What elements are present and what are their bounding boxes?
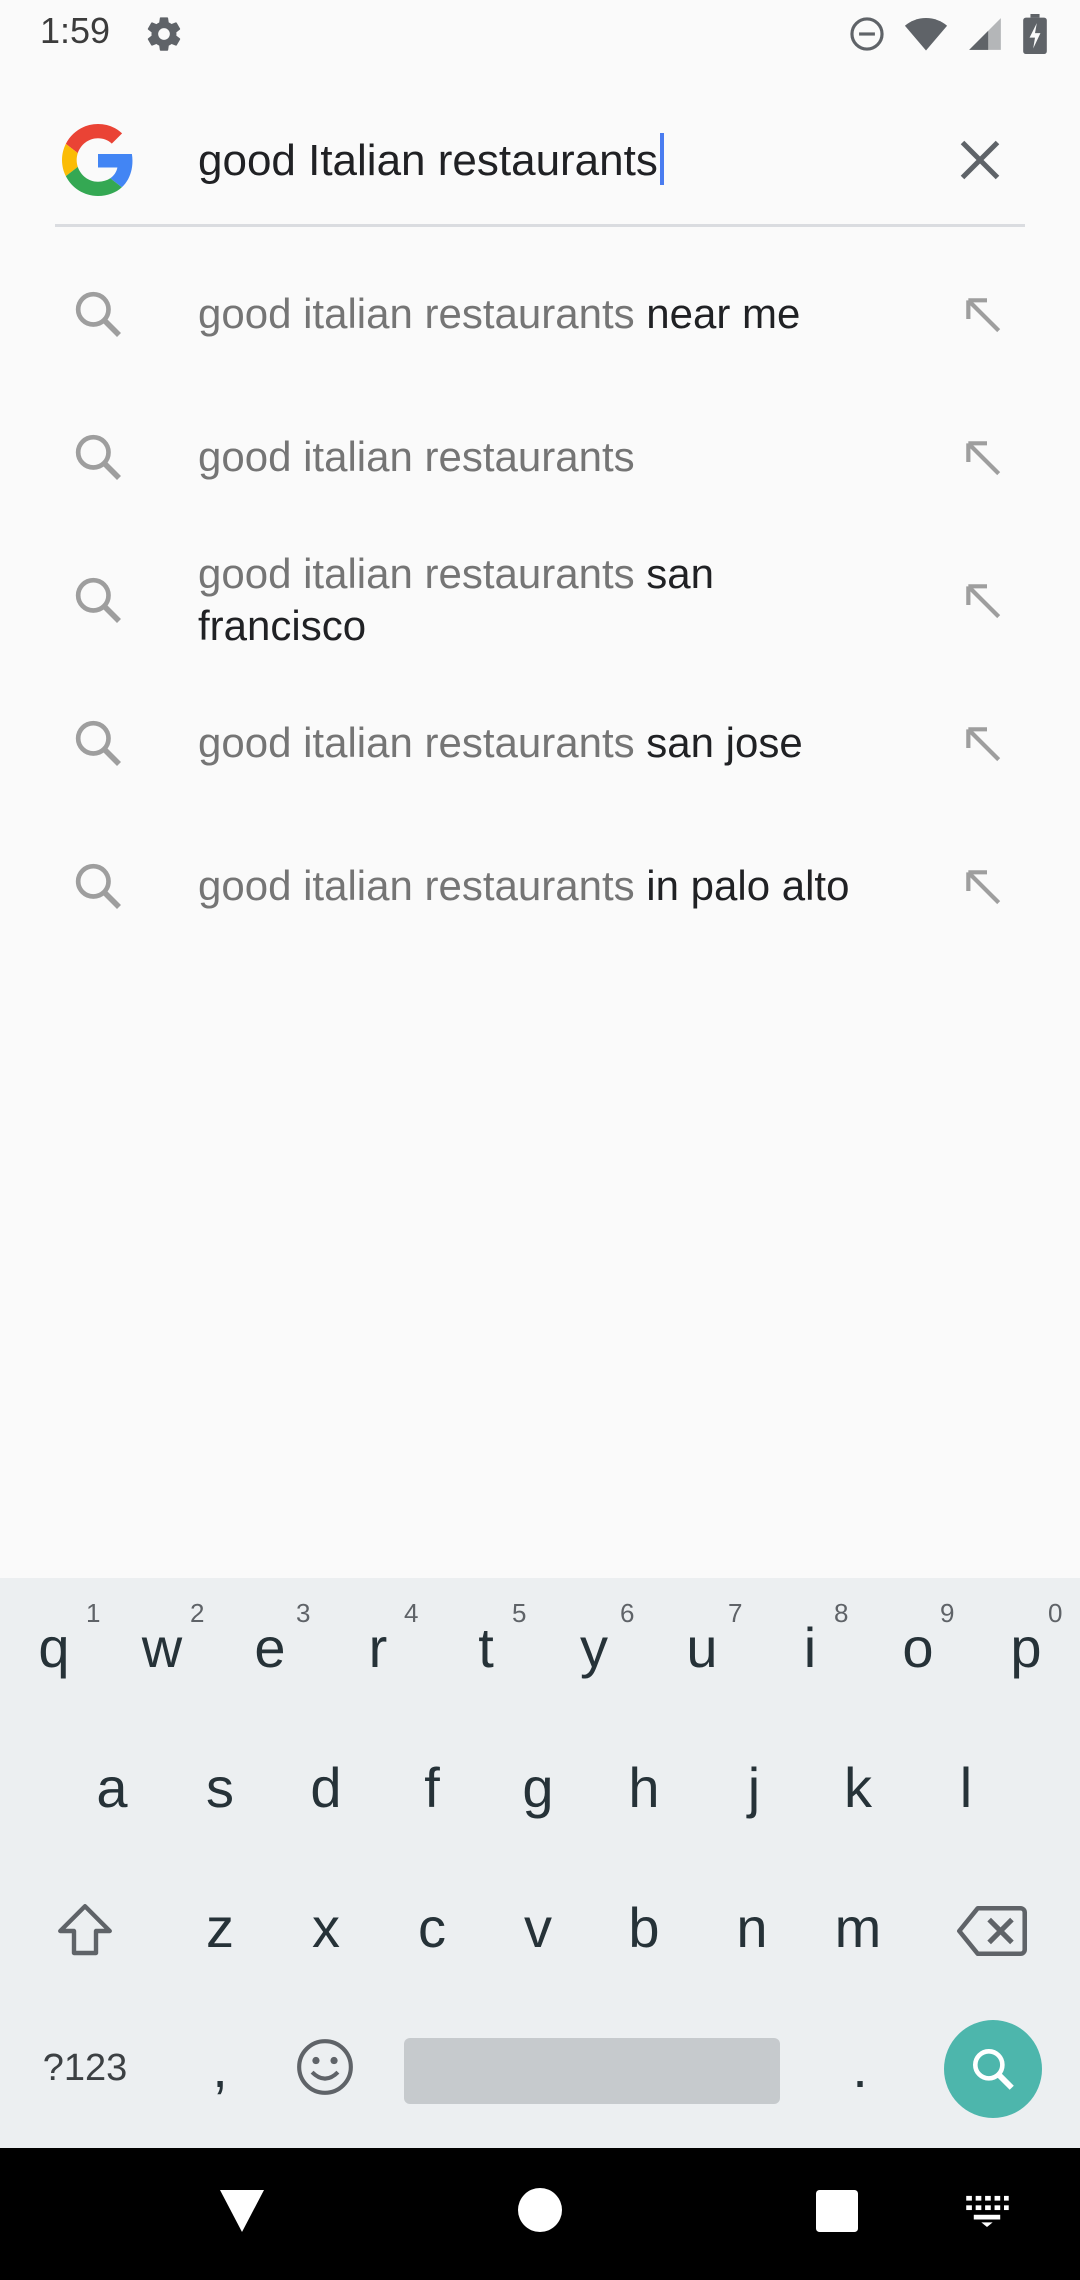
suggestion-text: good italian restaurants in palo alto <box>198 861 850 909</box>
suggestion-text: good italian restaurants san jose <box>198 718 803 766</box>
search-icon <box>75 720 121 766</box>
search-bar: good Italian restaurants <box>0 100 1080 226</box>
key-e[interactable]: e3 <box>216 1578 324 1718</box>
keyboard: q1 w2 e3 r4 t5 y6 u7 i8 o9 p0 a s d f g … <box>0 1578 1080 2148</box>
close-icon[interactable] <box>950 130 1010 190</box>
search-icon <box>75 434 121 480</box>
do-not-disturb-icon <box>850 17 884 51</box>
key-v[interactable]: v <box>484 1858 592 1998</box>
text-cursor <box>659 133 664 186</box>
key-k[interactable]: k <box>804 1718 912 1858</box>
key-h[interactable]: h <box>590 1718 698 1858</box>
search-icon <box>75 863 121 909</box>
search-action-button[interactable] <box>944 2020 1042 2118</box>
settings-icon <box>147 17 181 51</box>
search-icon <box>75 577 121 623</box>
key-i[interactable]: i8 <box>756 1578 864 1718</box>
key-q[interactable]: q1 <box>0 1578 108 1718</box>
search-divider <box>55 224 1025 227</box>
key-a[interactable]: a <box>58 1718 166 1858</box>
navigation-bar <box>0 2148 1080 2280</box>
suggestion-text: good italian restaurants <box>198 432 635 480</box>
key-p[interactable]: p0 <box>972 1578 1080 1718</box>
suggestion-text: good italian restaurants near me <box>198 289 801 337</box>
keyboard-row-3: z x c v b n m <box>0 1858 1080 1998</box>
suggestion-item[interactable]: good italian restaurants san jose <box>0 671 1080 814</box>
search-input[interactable]: good Italian restaurants <box>198 133 664 186</box>
space-bar[interactable] <box>404 2038 780 2104</box>
fill-query-arrow-icon[interactable] <box>952 713 1008 769</box>
search-query-text: good Italian restaurants <box>198 136 658 185</box>
wifi-icon <box>904 18 948 51</box>
suggestion-list: good italian restaurants near me good it… <box>0 242 1080 957</box>
back-icon[interactable] <box>218 2188 266 2234</box>
emoji-key-icon[interactable] <box>294 2036 356 2098</box>
key-l[interactable]: l <box>912 1718 1020 1858</box>
search-icon <box>75 291 121 337</box>
key-y[interactable]: y6 <box>540 1578 648 1718</box>
battery-charging-icon <box>1023 14 1047 54</box>
fill-query-arrow-icon[interactable] <box>952 856 1008 912</box>
suggestion-text: good italian restaurants san francisco <box>198 549 715 649</box>
fill-query-arrow-icon[interactable] <box>952 427 1008 483</box>
keyboard-row-1: q1 w2 e3 r4 t5 y6 u7 i8 o9 p0 <box>0 1578 1080 1718</box>
key-s[interactable]: s <box>166 1718 274 1858</box>
key-r[interactable]: r4 <box>324 1578 432 1718</box>
symbols-key[interactable]: ?123 <box>20 1998 150 2138</box>
keyboard-switch-icon[interactable] <box>964 2194 1010 2228</box>
key-n[interactable]: n <box>698 1858 806 1998</box>
key-j[interactable]: j <box>700 1718 808 1858</box>
shift-key-icon[interactable] <box>52 1898 118 1964</box>
signal-icon <box>969 18 1001 50</box>
backspace-key-icon[interactable] <box>955 1902 1029 1960</box>
suggestion-item[interactable]: good italian restaurants san francisco <box>0 528 1080 671</box>
key-x[interactable]: x <box>272 1858 380 1998</box>
recents-icon[interactable] <box>816 2190 858 2232</box>
key-period[interactable]: . <box>806 1998 914 2138</box>
status-time: 1:59 <box>40 10 111 51</box>
search-icon <box>973 2049 1014 2090</box>
key-t[interactable]: t5 <box>432 1578 540 1718</box>
key-f[interactable]: f <box>378 1718 486 1858</box>
key-d[interactable]: d <box>272 1718 380 1858</box>
status-icons <box>848 14 1048 54</box>
key-w[interactable]: w2 <box>108 1578 216 1718</box>
key-g[interactable]: g <box>484 1718 592 1858</box>
fill-query-arrow-icon[interactable] <box>952 284 1008 340</box>
fill-query-arrow-icon[interactable] <box>952 570 1008 626</box>
google-g-logo <box>62 124 133 196</box>
key-b[interactable]: b <box>590 1858 698 1998</box>
home-icon[interactable] <box>518 2188 562 2232</box>
key-c[interactable]: c <box>378 1858 486 1998</box>
key-o[interactable]: o9 <box>864 1578 972 1718</box>
key-z[interactable]: z <box>166 1858 274 1998</box>
key-comma[interactable]: , <box>166 1998 274 2138</box>
suggestion-item[interactable]: good italian restaurants <box>0 385 1080 528</box>
suggestion-item[interactable]: good italian restaurants in palo alto <box>0 814 1080 957</box>
keyboard-row-2: a s d f g h j k l <box>0 1718 1080 1858</box>
key-m[interactable]: m <box>804 1858 912 1998</box>
key-u[interactable]: u7 <box>648 1578 756 1718</box>
status-bar: 1:59 <box>0 0 1080 66</box>
suggestion-item[interactable]: good italian restaurants near me <box>0 242 1080 385</box>
